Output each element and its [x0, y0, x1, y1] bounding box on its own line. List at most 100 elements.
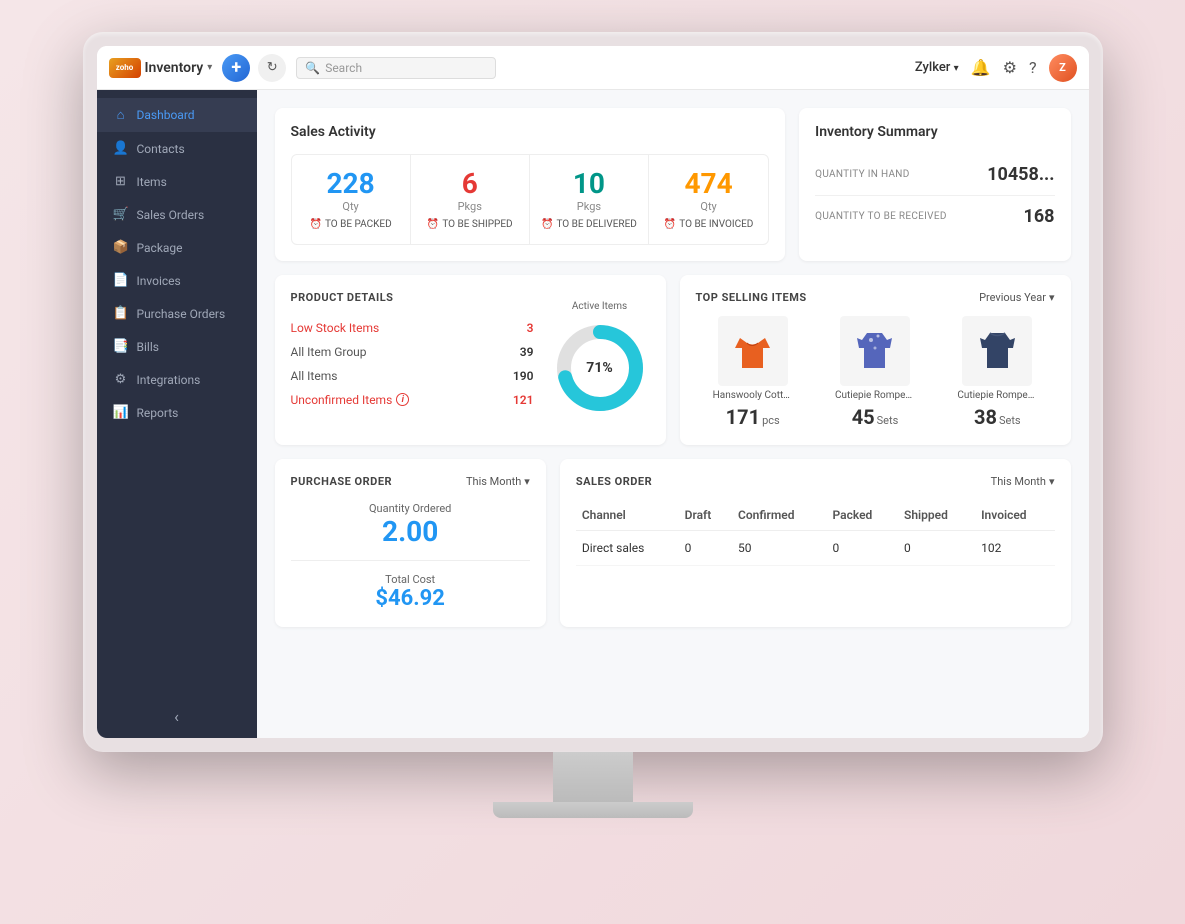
sidebar-item-purchase-orders[interactable]: 📋 Purchase Orders: [97, 297, 257, 330]
po-title: PURCHASE ORDER: [291, 475, 393, 488]
dark-romper-svg: [965, 318, 1030, 383]
sa-cell-invoice: 474 Qty ⏰ TO BE INVOICED: [649, 155, 768, 244]
inv-stat-label-receive: QUANTITY TO BE RECEIVED: [815, 211, 947, 222]
sidebar-collapse-button[interactable]: ‹: [97, 695, 257, 738]
add-button[interactable]: +: [222, 54, 250, 82]
so-col-shipped: Shipped: [898, 500, 975, 531]
so-row-confirmed: 50: [732, 530, 827, 565]
so-row-invoiced: 102: [975, 530, 1054, 565]
sidebar-item-integrations[interactable]: ⚙ Integrations: [97, 363, 257, 396]
user-avatar[interactable]: Z: [1049, 54, 1077, 82]
top-selling-filter[interactable]: Previous Year ▾: [979, 291, 1054, 304]
sa-label-deliver: ⏰ TO BE DELIVERED: [541, 219, 637, 230]
po-filter[interactable]: This Month ▾: [466, 475, 530, 488]
pd-row-lowstock: Low Stock Items 3: [291, 316, 534, 340]
sidebar-item-label-purchase-orders: Purchase Orders: [137, 307, 226, 321]
ts-item-2: Cutiepie Rompers-spo... 45 Sets: [818, 316, 932, 429]
product-details-title: PRODUCT DETAILS: [291, 291, 534, 304]
ts-item-2-qty-unit: Sets: [877, 414, 899, 427]
so-row-packed: 0: [827, 530, 898, 565]
bills-icon: 📑: [113, 339, 129, 354]
po-total-value: $46.92: [291, 586, 530, 611]
refresh-button[interactable]: ↻: [258, 54, 286, 82]
ts-item-3-qty-unit: Sets: [999, 414, 1021, 427]
monitor-screen: zoho Inventory ▾ + ↻ 🔍 Search Zylker ▾: [83, 32, 1103, 752]
low-stock-label[interactable]: Low Stock Items: [291, 321, 380, 335]
sidebar-item-package[interactable]: 📦 Package: [97, 231, 257, 264]
ts-item-1-qty: 171 pcs: [726, 405, 780, 429]
topbar-actions: + ↻: [222, 54, 286, 82]
package-icon: 📦: [113, 240, 129, 255]
all-items-label: All Items: [291, 369, 338, 383]
so-filter[interactable]: This Month ▾: [991, 475, 1055, 488]
sidebar-item-label-items: Items: [137, 175, 167, 189]
unconfirmed-items-value: 121: [513, 393, 534, 407]
sa-unit-deliver: Pkgs: [577, 200, 601, 213]
so-row-draft: 0: [679, 530, 732, 565]
monitor-wrapper: zoho Inventory ▾ + ↻ 🔍 Search Zylker ▾: [68, 32, 1118, 892]
top-selling-header: TOP SELLING ITEMS Previous Year ▾: [696, 291, 1055, 304]
contacts-icon: 👤: [113, 141, 129, 156]
table-row: Direct sales 0 50 0 0 102: [576, 530, 1055, 565]
sidebar-item-sales-orders[interactable]: 🛒 Sales Orders: [97, 198, 257, 231]
sales-orders-icon: 🛒: [113, 207, 129, 222]
items-icon: ⊞: [113, 174, 129, 189]
product-details-card: PRODUCT DETAILS Low Stock Items 3 All It…: [275, 275, 666, 445]
all-item-group-label: All Item Group: [291, 345, 367, 359]
app-logo[interactable]: zoho Inventory ▾: [109, 58, 213, 78]
sidebar-item-contacts[interactable]: 👤 Contacts: [97, 132, 257, 165]
notifications-icon[interactable]: 🔔: [971, 58, 991, 77]
sidebar-item-dashboard[interactable]: ⌂ Dashboard: [97, 98, 257, 132]
sidebar-item-label-bills: Bills: [137, 340, 159, 354]
sa-unit-pack: Qty: [342, 200, 358, 213]
search-bar[interactable]: 🔍 Search: [296, 57, 496, 79]
sales-activity-grid: 228 Qty ⏰ TO BE PACKED 6 Pkgs: [291, 154, 770, 245]
sidebar-item-label-sales-orders: Sales Orders: [137, 208, 205, 222]
po-total-label: Total Cost: [291, 573, 530, 586]
clock-icon-pack: ⏰: [309, 219, 321, 230]
dashboard-icon: ⌂: [113, 107, 129, 123]
sidebar-item-label-package: Package: [137, 241, 183, 255]
sidebar-item-label-integrations: Integrations: [137, 373, 201, 387]
sidebar-item-label-dashboard: Dashboard: [137, 108, 195, 122]
donut-label: Active Items: [572, 301, 627, 312]
dashboard-content: Sales Activity 228 Qty ⏰ TO BE PACKED: [257, 90, 1089, 738]
sales-activity-card: Sales Activity 228 Qty ⏰ TO BE PACKED: [275, 108, 786, 261]
ts-item-1: Hanswooly Cotton Cas... 171 pcs: [696, 316, 810, 429]
sidebar-item-bills[interactable]: 📑 Bills: [97, 330, 257, 363]
reports-icon: 📊: [113, 405, 129, 420]
inv-stat-value-receive: 168: [1024, 206, 1055, 227]
sa-label-invoice: ⏰ TO BE INVOICED: [664, 219, 754, 230]
blue-romper-svg: [842, 318, 907, 383]
sidebar-item-label-reports: Reports: [137, 406, 179, 420]
po-qty-label: Quantity Ordered: [291, 502, 530, 515]
clock-icon-deliver: ⏰: [541, 219, 553, 230]
top-selling-items: Hanswooly Cotton Cas... 171 pcs: [696, 316, 1055, 429]
so-header: SALES ORDER This Month ▾: [576, 475, 1055, 488]
sidebar: ⌂ Dashboard 👤 Contacts ⊞ Items 🛒 Sales O…: [97, 90, 257, 738]
sidebar-item-reports[interactable]: 📊 Reports: [97, 396, 257, 429]
app-name-label: Inventory: [145, 60, 204, 76]
donut-chart: 71%: [550, 318, 650, 418]
so-col-invoiced: Invoiced: [975, 500, 1054, 531]
so-col-draft: Draft: [679, 500, 732, 531]
sidebar-item-label-invoices: Invoices: [137, 274, 181, 288]
top-selling-filter-label: Previous Year: [979, 291, 1046, 304]
bottom-row: PURCHASE ORDER This Month ▾ Quantity Ord…: [275, 459, 1071, 627]
ts-item-2-qty: 45 Sets: [852, 405, 899, 429]
main-layout: ⌂ Dashboard 👤 Contacts ⊞ Items 🛒 Sales O…: [97, 90, 1089, 738]
sa-number-ship: 6: [462, 169, 478, 200]
unconfirmed-items-label[interactable]: Unconfirmed Items i: [291, 393, 410, 407]
app-name-chevron: ▾: [207, 62, 212, 73]
sa-cell-pack: 228 Qty ⏰ TO BE PACKED: [292, 155, 411, 244]
inv-stat-on-hand: QUANTITY IN HAND 10458...: [815, 154, 1054, 196]
settings-icon[interactable]: ⚙: [1003, 58, 1017, 77]
po-qty-value: 2.00: [291, 515, 530, 548]
unconfirmed-info-icon[interactable]: i: [396, 393, 409, 406]
help-icon[interactable]: ?: [1029, 58, 1037, 77]
sidebar-item-items[interactable]: ⊞ Items: [97, 165, 257, 198]
sa-number-invoice: 474: [684, 169, 732, 200]
monitor-stand-neck: [553, 752, 633, 802]
ts-item-3-name: Cutiepie Rompers-jet b...: [957, 390, 1037, 401]
sidebar-item-invoices[interactable]: 📄 Invoices: [97, 264, 257, 297]
